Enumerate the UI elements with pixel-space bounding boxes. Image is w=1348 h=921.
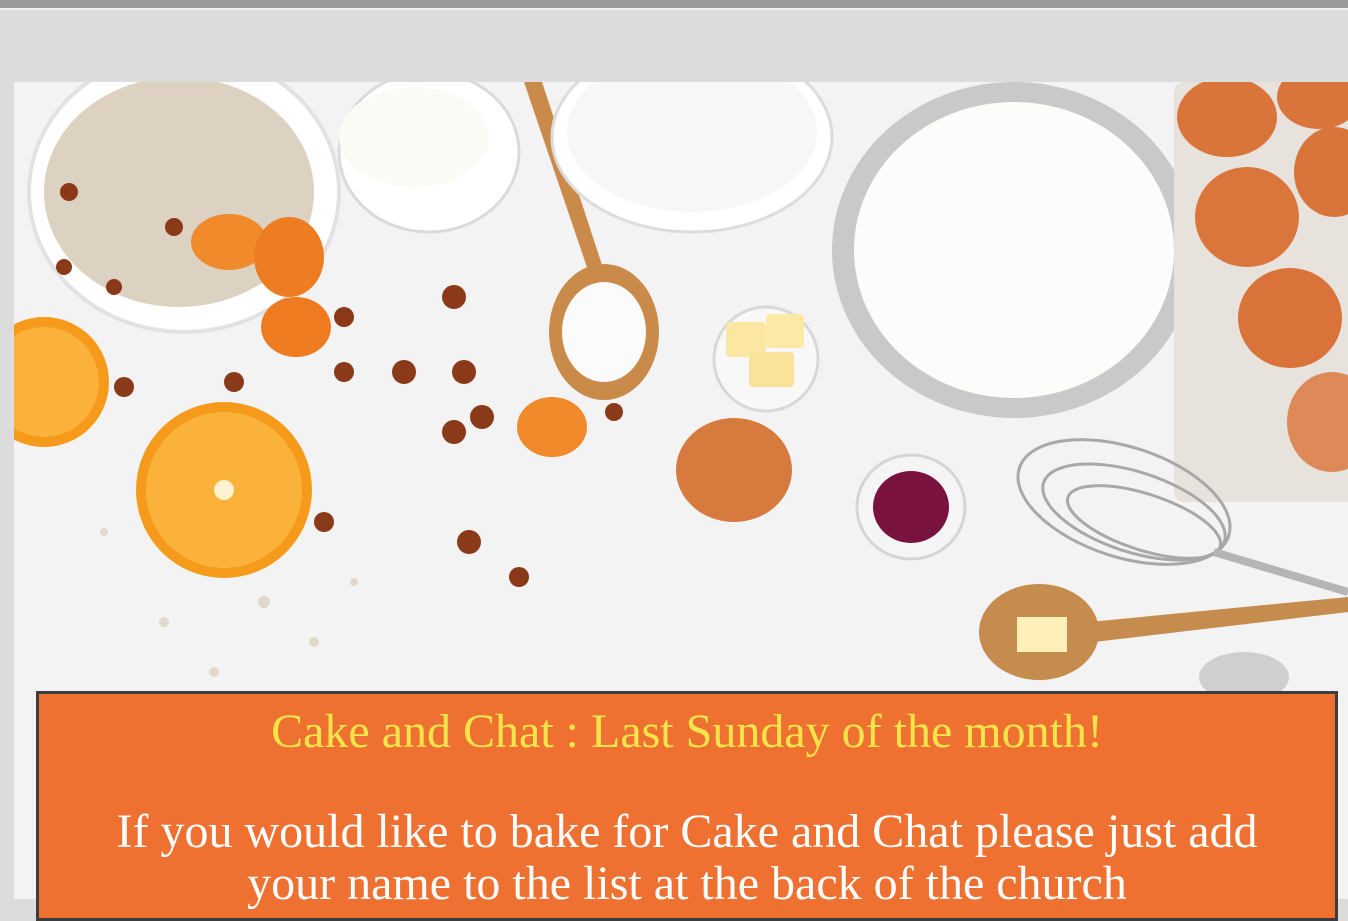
flour-bowl (832, 82, 1196, 418)
banner-body-text: If you would like to bake for Cake and C… (116, 805, 1258, 910)
cake-and-chat-banner: Cake and Chat : Last Sunday of the month… (36, 691, 1338, 921)
window-top-border (0, 0, 1348, 10)
milk-jug (337, 82, 521, 234)
egg-carton (1174, 82, 1348, 502)
banner-title: Cake and Chat : Last Sunday of the month… (271, 705, 1103, 758)
